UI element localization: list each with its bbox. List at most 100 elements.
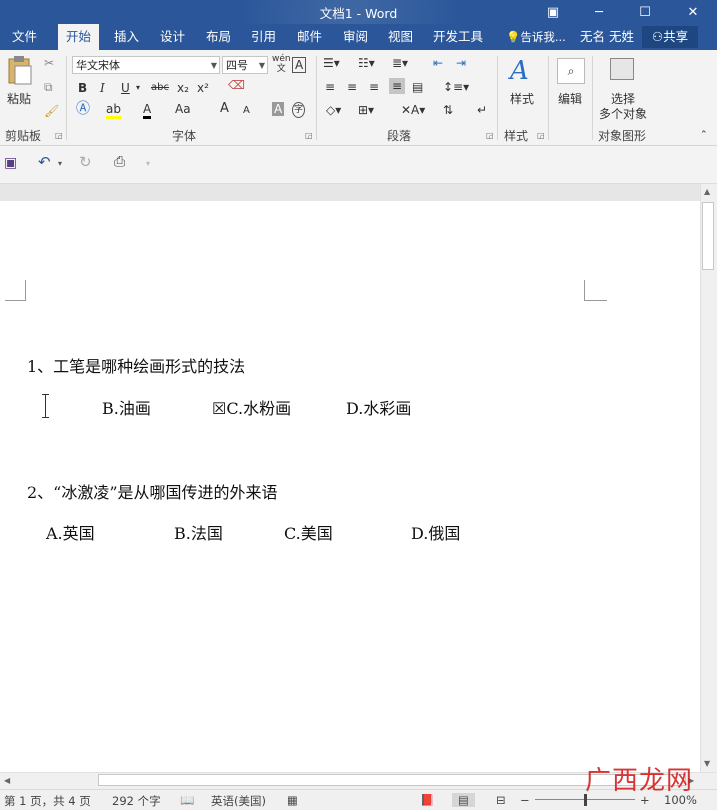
shrink-font-button[interactable]: A xyxy=(243,104,250,118)
select-objects-icon[interactable] xyxy=(610,58,634,80)
justify-icon[interactable]: ≡ xyxy=(389,78,406,94)
paste-icon[interactable] xyxy=(6,56,34,86)
tab-developer[interactable]: 开发工具 xyxy=(425,24,491,50)
character-border-icon[interactable]: A xyxy=(292,57,307,73)
subscript-button[interactable]: x₂ xyxy=(177,81,189,95)
underline-button[interactable]: U xyxy=(121,81,130,95)
maximize-icon[interactable]: ☐ xyxy=(622,0,668,24)
styles-button[interactable]: 样式 xyxy=(510,90,534,107)
enclose-characters-icon[interactable]: 字 xyxy=(292,102,306,118)
clear-formatting-icon[interactable]: ⌫ xyxy=(228,78,245,92)
print-preview-icon[interactable]: ⎙ xyxy=(114,155,125,169)
ribbon-display-options-icon[interactable]: ▣ xyxy=(530,0,576,24)
tab-review[interactable]: 审阅 xyxy=(335,24,376,50)
q1-option-d[interactable]: D.水彩画 xyxy=(346,395,411,419)
tell-me-search[interactable]: 💡告诉我... xyxy=(498,24,574,50)
grow-font-button[interactable]: A xyxy=(220,102,229,116)
macro-record-icon[interactable]: ▦ xyxy=(287,793,298,807)
tab-references[interactable]: 引用 xyxy=(243,24,284,50)
bold-button[interactable]: B xyxy=(78,81,87,95)
q1-option-c[interactable]: ☒C.水粉画 xyxy=(212,395,291,419)
shading-icon[interactable]: ◇▾ xyxy=(326,103,341,117)
save-icon[interactable]: ▣ xyxy=(4,156,17,170)
editing-button[interactable]: 编辑 xyxy=(558,90,582,107)
clipboard-launcher-icon[interactable]: ◲ xyxy=(55,131,63,140)
text-effects-icon[interactable]: Ⓐ xyxy=(76,102,90,116)
cut-icon[interactable]: ✂ xyxy=(44,56,54,70)
document-canvas[interactable] xyxy=(0,184,700,772)
vertical-scroll-thumb[interactable] xyxy=(702,202,714,270)
tab-design[interactable]: 设计 xyxy=(152,24,193,50)
italic-button[interactable]: I xyxy=(100,81,105,95)
superscript-button[interactable]: x² xyxy=(197,81,209,95)
chinese-layout-icon[interactable]: ✕A▾ xyxy=(401,103,425,117)
align-left-icon[interactable]: ≡ xyxy=(325,80,335,94)
phonetic-guide-icon[interactable]: wén 文 xyxy=(272,54,291,74)
strikethrough-button[interactable]: abc xyxy=(151,81,169,95)
borders-icon[interactable]: ⊞▾ xyxy=(358,103,374,117)
multiple-objects-label[interactable]: 多个对象 xyxy=(599,105,647,122)
font-name-select[interactable]: 华文宋体 ▼ xyxy=(72,56,220,74)
q2-option-b[interactable]: B.法国 xyxy=(174,520,223,544)
print-layout-icon[interactable]: ▤ xyxy=(452,793,475,807)
customize-qat-icon[interactable]: ▾ xyxy=(146,157,150,171)
quick-access-toolbar: ▣ ↶ ▾ ↻ ⎙ ▾ xyxy=(0,146,717,184)
font-size-select[interactable]: 四号 ▼ xyxy=(222,56,268,74)
show-marks-icon[interactable]: ↵ xyxy=(477,103,487,117)
numbering-icon[interactable]: ☷▾ xyxy=(358,56,375,70)
zoom-out-icon[interactable]: − xyxy=(520,793,530,807)
collapse-ribbon-icon[interactable]: ⌃ xyxy=(700,128,708,142)
question-2[interactable]: 2、“冰激凌”是从哪国传进的外来语 xyxy=(27,479,278,503)
chevron-down-icon[interactable]: ▾ xyxy=(136,81,140,95)
tab-insert[interactable]: 插入 xyxy=(106,24,147,50)
redo-icon[interactable]: ↻ xyxy=(79,155,92,170)
decrease-indent-icon[interactable]: ⇤ xyxy=(433,56,443,70)
tab-home[interactable]: 开始 xyxy=(58,24,100,50)
tab-view[interactable]: 视图 xyxy=(380,24,421,50)
read-mode-icon[interactable]: 📕 xyxy=(420,793,434,807)
font-launcher-icon[interactable]: ◲ xyxy=(305,131,313,140)
multilevel-list-icon[interactable]: ≣▾ xyxy=(392,56,408,70)
q2-option-c[interactable]: C.美国 xyxy=(284,520,333,544)
format-painter-icon[interactable]: 🖌 xyxy=(44,104,59,118)
vertical-scrollbar[interactable] xyxy=(700,184,717,772)
minimize-icon[interactable]: ─ xyxy=(576,0,622,24)
tab-mailings[interactable]: 邮件 xyxy=(289,24,330,50)
scroll-up-icon[interactable]: ▲ xyxy=(704,187,710,196)
proofing-icon[interactable]: 📖 xyxy=(180,793,194,807)
scroll-left-icon[interactable]: ◀ xyxy=(4,776,10,785)
scroll-down-icon[interactable]: ▼ xyxy=(704,759,710,768)
bullets-icon[interactable]: ☰▾ xyxy=(323,56,340,70)
highlight-icon[interactable]: ab xyxy=(106,102,121,119)
q2-option-a[interactable]: A.英国 xyxy=(46,520,95,544)
word-count[interactable]: 292 个字 xyxy=(112,793,161,809)
font-color-icon[interactable]: A xyxy=(143,102,152,119)
tab-file[interactable]: 文件 xyxy=(4,24,45,50)
page-count[interactable]: 第 1 页，共 4 页 xyxy=(4,793,91,809)
change-case-button[interactable]: Aa xyxy=(175,102,191,116)
search-icon[interactable]: ⌕ xyxy=(557,58,585,84)
language[interactable]: 英语(美国) xyxy=(211,793,266,809)
user-name[interactable]: 无名 无姓 xyxy=(572,24,642,50)
tab-layout[interactable]: 布局 xyxy=(198,24,239,50)
paste-button[interactable]: 粘贴 xyxy=(7,90,31,107)
line-spacing-icon[interactable]: ↕≡▾ xyxy=(443,80,469,94)
paragraph-launcher-icon[interactable]: ◲ xyxy=(486,131,494,140)
align-center-icon[interactable]: ≡ xyxy=(347,80,357,94)
distributed-icon[interactable]: ▤ xyxy=(412,80,423,94)
styles-launcher-icon[interactable]: ◲ xyxy=(537,131,545,140)
web-layout-icon[interactable]: ⊟ xyxy=(496,793,506,807)
sort-icon[interactable]: ⇅ xyxy=(443,103,453,117)
copy-icon[interactable]: ⧉ xyxy=(44,80,53,94)
close-icon[interactable]: ✕ xyxy=(670,0,716,24)
undo-icon[interactable]: ↶ xyxy=(38,155,51,170)
question-1[interactable]: 1、工笔是哪种绘画形式的技法 xyxy=(27,353,245,377)
character-shading-icon[interactable]: A xyxy=(272,102,285,116)
share-button[interactable]: ⚇共享 xyxy=(642,26,698,48)
q1-option-b[interactable]: B.油画 xyxy=(102,395,151,419)
chevron-down-icon[interactable]: ▾ xyxy=(58,157,62,171)
styles-icon[interactable]: A xyxy=(510,56,529,86)
align-right-icon[interactable]: ≡ xyxy=(369,80,379,94)
q2-option-d[interactable]: D.俄国 xyxy=(411,520,460,544)
increase-indent-icon[interactable]: ⇥ xyxy=(456,56,466,70)
